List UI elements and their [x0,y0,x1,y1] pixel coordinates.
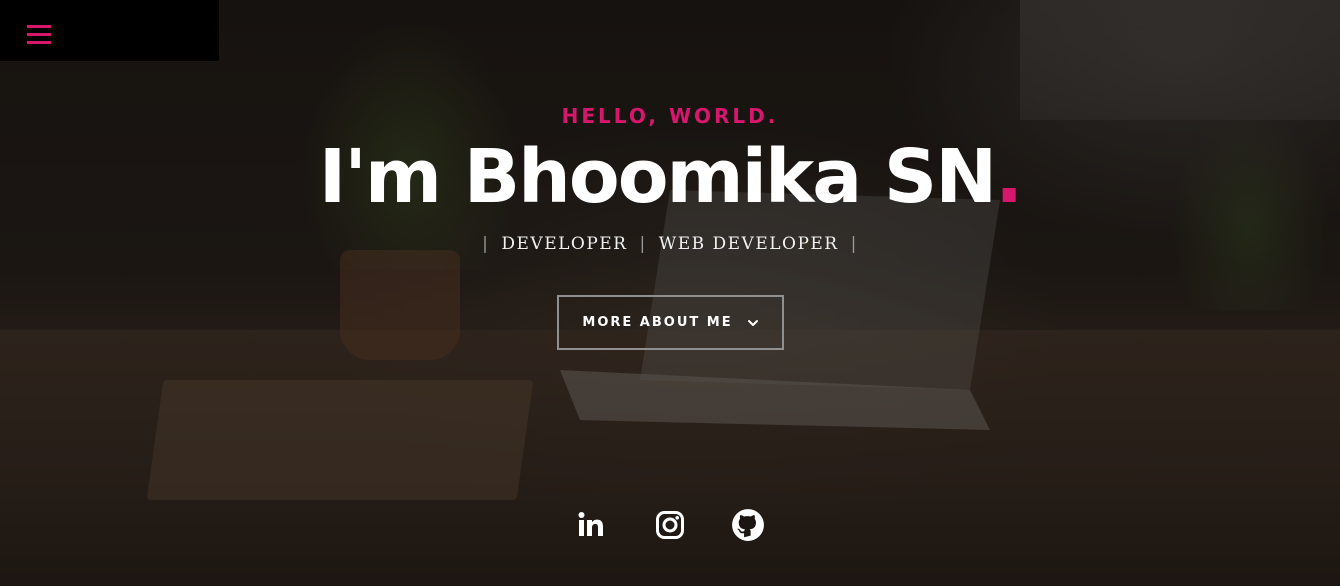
role-web-developer: WEB DEVELOPER [658,234,839,254]
linkedin-icon[interactable] [575,508,609,542]
social-links [0,508,1340,542]
page-title: I'm Bhoomika SN. [0,132,1340,222]
more-about-me-button[interactable]: MORE ABOUT ME [557,295,784,350]
name-dot: . [995,134,1023,220]
greeting-text: HELLO, WORLD. [561,104,779,128]
more-about-me-label: MORE ABOUT ME [582,315,733,330]
hamburger-menu-icon[interactable] [27,25,51,45]
roles-line: | DEVELOPER | WEB DEVELOPER | [0,234,1340,254]
role-developer: DEVELOPER [501,234,628,254]
role-separator: | [482,234,490,254]
name-text: I'm Bhoomika SN [318,134,997,220]
menu-panel [0,0,219,61]
instagram-icon[interactable] [653,508,687,542]
github-icon[interactable] [731,508,765,542]
role-separator: | [850,234,858,254]
dark-overlay [0,0,1340,586]
chevron-down-icon [747,319,758,326]
role-separator: | [639,234,647,254]
hero-section: HELLO, WORLD. I'm Bhoomika SN. | DEVELOPE… [0,0,1340,586]
